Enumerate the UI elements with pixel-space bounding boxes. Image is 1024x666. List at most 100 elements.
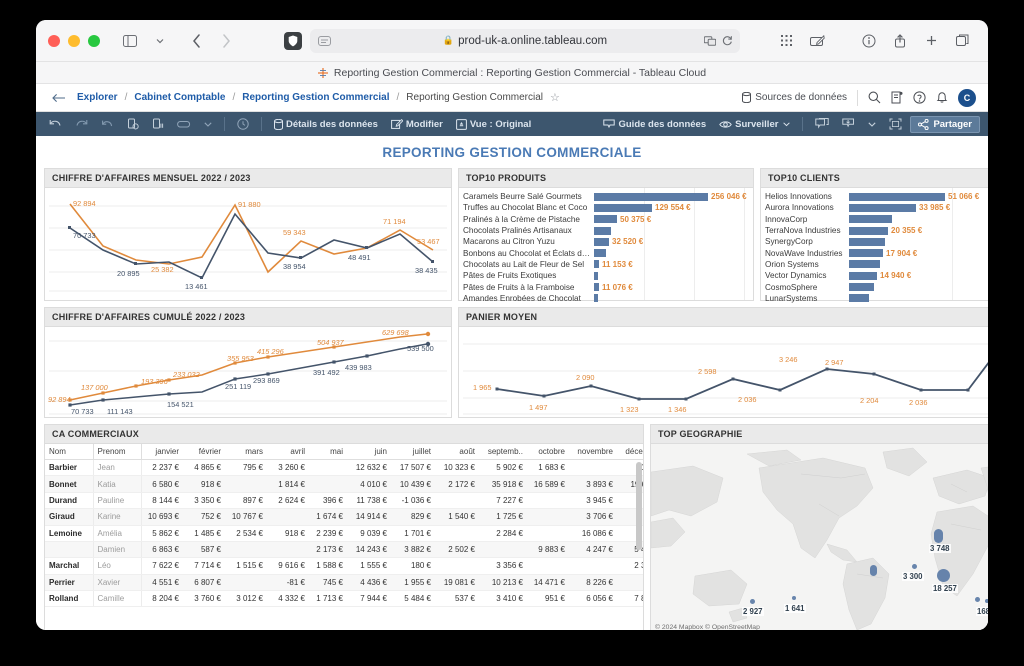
browser-toolbar-right[interactable]	[772, 30, 976, 52]
info-icon[interactable]	[855, 30, 883, 52]
table-row[interactable]: Rolland Camille 8 204 € 3 760 € 3 012 € …	[45, 591, 643, 607]
chart-top-products[interactable]: Caramels Beurre Salé Gourmets256 046 € T…	[459, 188, 753, 300]
back-button[interactable]	[182, 30, 210, 52]
table-row[interactable]: Perrier Xavier 4 551 € 6 807 € -81 € 745…	[45, 574, 643, 590]
share-button[interactable]: Partager	[910, 116, 980, 133]
col-avril[interactable]: avril	[267, 444, 309, 460]
chart-cumulative-revenue[interactable]: 92 894 70 733 137 000 111 143 193 396 23…	[45, 327, 451, 417]
new-tab-icon[interactable]	[917, 30, 945, 52]
map-point[interactable]	[912, 564, 917, 569]
subscribe-icon[interactable]	[891, 91, 903, 104]
refresh-data-icon[interactable]	[122, 115, 144, 133]
grid-icon[interactable]	[772, 30, 800, 52]
breadcrumb-project[interactable]: Cabinet Comptable	[134, 92, 225, 103]
map-point[interactable]	[975, 597, 980, 602]
data-guide-button[interactable]: Guide des données	[598, 115, 711, 133]
chevron-down-icon[interactable]	[199, 115, 217, 133]
edit-button[interactable]: Modifier	[386, 115, 448, 133]
cell-nom	[45, 541, 93, 557]
table-row[interactable]: Durand Pauline 8 144 € 3 350 € 897 € 2 6…	[45, 492, 643, 508]
sidebar-dropdown-icon[interactable]	[146, 30, 174, 52]
view-pill-icon[interactable]	[172, 115, 196, 133]
table-row[interactable]: Marchal Léo 7 622 € 7 714 € 1 515 € 9 61…	[45, 558, 643, 574]
col-mai[interactable]: mai	[309, 444, 347, 460]
watch-button[interactable]: Surveiller	[714, 115, 795, 133]
cell-value: 16 086 €	[569, 525, 617, 541]
revert-icon[interactable]	[96, 115, 119, 133]
search-icon[interactable]	[868, 91, 881, 104]
map-view[interactable]: 3 748 3 300 18 257 2 927 1 641 168 © 202…	[651, 444, 988, 630]
tab-overview-icon[interactable]	[948, 30, 976, 52]
col-mars[interactable]: mars	[225, 444, 267, 460]
address-bar-actions[interactable]	[704, 35, 733, 46]
breadcrumb-explorer[interactable]: Explorer	[77, 92, 118, 103]
col-nom[interactable]: Nom	[45, 444, 93, 460]
map-point[interactable]	[870, 565, 877, 576]
favorite-star-icon[interactable]: ☆	[550, 91, 560, 104]
app-back-button[interactable]	[48, 93, 70, 103]
browser-tab[interactable]: Reporting Gestion Commercial : Reporting…	[36, 62, 988, 84]
col-prenom[interactable]: Prenom	[93, 444, 141, 460]
col-aout[interactable]: août	[435, 444, 479, 460]
navigation-controls[interactable]	[182, 30, 240, 52]
col-decembre[interactable]: décembre	[617, 444, 643, 460]
table-scrollbar[interactable]	[636, 462, 642, 630]
col-novembre[interactable]: novembre	[569, 444, 617, 460]
redo-icon[interactable]	[70, 115, 93, 133]
col-octobre[interactable]: octobre	[527, 444, 569, 460]
table-row[interactable]: Bonnet Katia 6 580 € 918 € 1 814 € 4 010…	[45, 476, 643, 492]
forward-button[interactable]	[212, 30, 240, 52]
alerts-icon[interactable]	[936, 91, 948, 104]
panel-ca-commerciaux: CA COMMERCIAUX Nom Prenom	[44, 424, 644, 630]
chart-monthly-revenue[interactable]: 92 894 70 733 20 895 25 382 13 461 91 88…	[45, 188, 451, 295]
table-ca-commerciaux[interactable]: Nom Prenom janvier février mars avril ma…	[45, 444, 643, 630]
clock-icon[interactable]	[232, 115, 254, 133]
chart-top-clients[interactable]: Helios Innovations51 066 € Aurora Innova…	[761, 188, 988, 300]
chevron-down-icon[interactable]	[863, 115, 881, 133]
download-icon[interactable]	[837, 115, 860, 133]
url-text-wrap[interactable]: 🔒 prod-uk-a.online.tableau.com	[310, 35, 740, 47]
map-point[interactable]	[750, 599, 755, 604]
table-row[interactable]: Giraud Karine 10 693 € 752 € 10 767 € 1 …	[45, 509, 643, 525]
comment-icon[interactable]	[810, 115, 834, 133]
translate-icon[interactable]	[704, 36, 716, 46]
chart-basket-average[interactable]: 1 965 1 497 2 090 1 323 1 346 2 598 2 03…	[459, 327, 988, 417]
map-point[interactable]	[985, 599, 988, 603]
view-original-button[interactable]: Vue : Original	[451, 115, 536, 133]
minimize-window-button[interactable]	[68, 35, 80, 47]
col-janvier[interactable]: janvier	[141, 444, 183, 460]
sidebar-toggle-icon[interactable]	[116, 30, 144, 52]
maximize-window-button[interactable]	[88, 35, 100, 47]
pause-updates-icon[interactable]	[147, 115, 169, 133]
table-row[interactable]: Lemoine Amélia 5 862 € 1 485 € 2 534 € 9…	[45, 525, 643, 541]
cell-value: 3 760 €	[183, 591, 225, 607]
breadcrumb-workbook[interactable]: Reporting Gestion Commercial	[242, 92, 389, 103]
share-icon[interactable]	[886, 30, 914, 52]
data-sources-button[interactable]: Sources de données	[742, 92, 847, 103]
table-row[interactable]: Barbier Jean 2 237 € 4 865 € 795 € 3 260…	[45, 460, 643, 476]
map-point[interactable]	[792, 596, 796, 600]
avatar[interactable]: C	[958, 89, 976, 107]
fullscreen-icon[interactable]	[884, 115, 907, 133]
shield-extension-icon[interactable]	[284, 32, 302, 50]
map-point[interactable]	[937, 569, 950, 582]
sidebar-controls[interactable]	[116, 30, 174, 52]
map-point[interactable]	[934, 529, 943, 543]
col-juillet[interactable]: juillet	[391, 444, 435, 460]
svg-text:415 296: 415 296	[257, 347, 285, 356]
window-controls[interactable]	[48, 35, 100, 47]
close-window-button[interactable]	[48, 35, 60, 47]
note-icon[interactable]	[803, 30, 831, 52]
col-septembre[interactable]: septemb..	[479, 444, 527, 460]
panel-title-top-clients: TOP10 CLIENTS	[761, 169, 988, 188]
reload-icon[interactable]	[722, 35, 733, 46]
address-bar[interactable]: 🔒 prod-uk-a.online.tableau.com	[310, 29, 740, 53]
undo-icon[interactable]	[44, 115, 67, 133]
col-juin[interactable]: juin	[347, 444, 391, 460]
dashboard-row-1: CHIFFRE D'AFFAIRES MENSUEL 2022 / 2023	[36, 168, 988, 301]
help-icon[interactable]	[913, 91, 926, 104]
col-fevrier[interactable]: février	[183, 444, 225, 460]
data-details-button[interactable]: Détails des données	[269, 115, 383, 133]
address-area: 🔒 prod-uk-a.online.tableau.com	[284, 29, 740, 53]
table-row[interactable]: Damien 6 863 € 587 € 2 173 € 14 243 € 3 …	[45, 541, 643, 557]
